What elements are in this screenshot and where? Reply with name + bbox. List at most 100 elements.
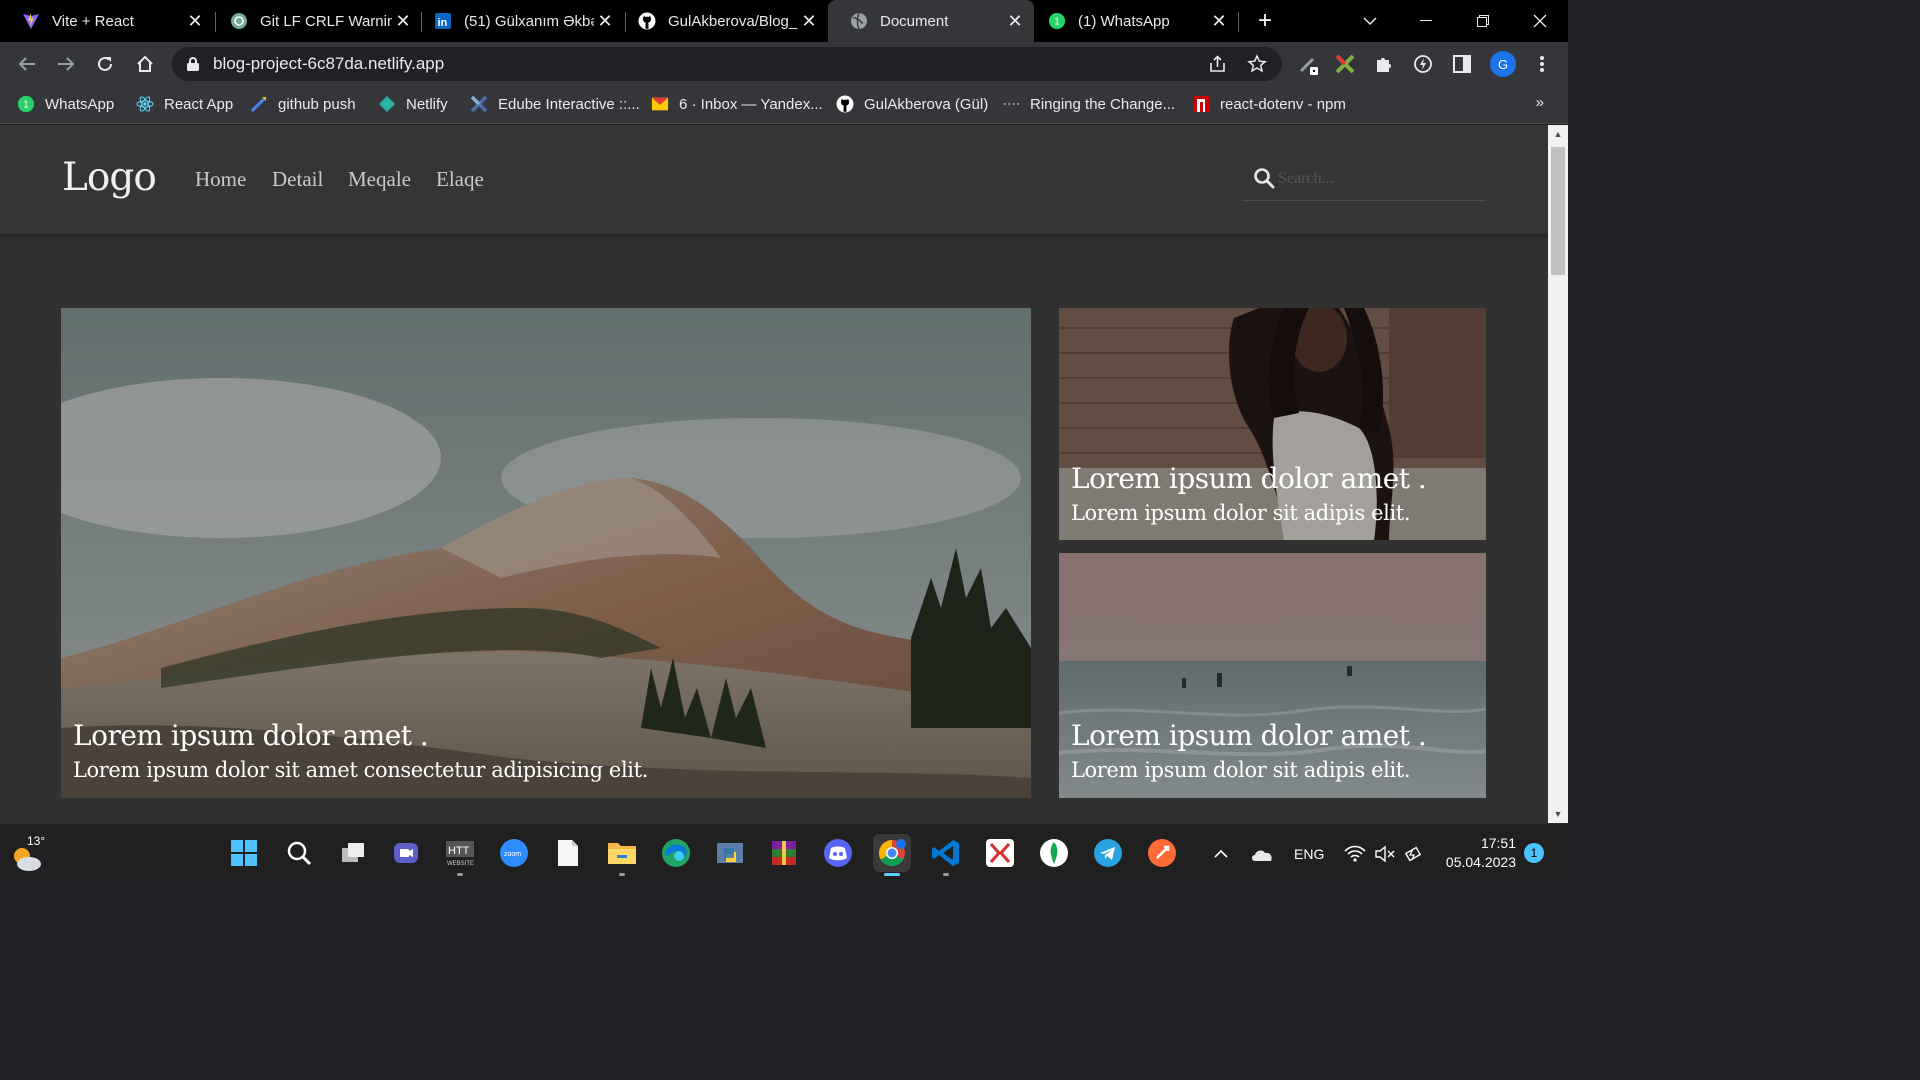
nav-home[interactable]: Home: [195, 167, 246, 192]
bookmark-react-dotenv[interactable]: react-dotenv - npm: [1192, 93, 1346, 115]
zoom-app[interactable]: zoom: [495, 834, 533, 872]
notepad-app[interactable]: [549, 834, 587, 872]
close-icon[interactable]: ✕: [184, 10, 206, 32]
side-panel-icon[interactable]: [1448, 50, 1476, 78]
tab-whatsapp[interactable]: 1 (1) WhatsApp ✕: [1026, 0, 1238, 42]
winrar-icon: [772, 841, 796, 865]
bookmark-netlify[interactable]: Netlify: [378, 93, 448, 115]
edge-icon: [662, 839, 690, 867]
tab-strip: Vite + React ✕ Git LF CRLF Warning ✕ in …: [0, 0, 1568, 42]
close-icon[interactable]: ✕: [1208, 10, 1230, 32]
notification-badge[interactable]: 1: [1524, 843, 1544, 863]
tab-linkedin[interactable]: in (51) Gülxanım Əkbə ✕: [412, 0, 624, 42]
browser-toolbar: blog-project-6c87da.netlify.app G: [0, 42, 1568, 86]
bookmark-whatsapp[interactable]: 1 WhatsApp: [17, 93, 114, 115]
lock-icon[interactable]: [186, 56, 200, 72]
side-post-2-title[interactable]: Lorem ipsum dolor amet .: [1071, 719, 1427, 752]
restore-icon[interactable]: [1455, 0, 1511, 42]
home-icon[interactable]: [131, 50, 159, 78]
onedrive-tray[interactable]: [1250, 824, 1274, 883]
bookmark-github-profile[interactable]: GulAkberova (Gül): [836, 93, 988, 115]
svg-text:1: 1: [23, 100, 29, 111]
site-logo[interactable]: Logo: [62, 155, 157, 200]
bookmark-edube[interactable]: Edube Interactive ::...: [470, 93, 640, 115]
search-icon[interactable]: [1252, 166, 1276, 190]
nav-elaqe[interactable]: Elaqe: [436, 167, 484, 192]
window-close-icon[interactable]: [1512, 0, 1568, 42]
reload-icon[interactable]: [91, 50, 119, 78]
close-icon[interactable]: ✕: [798, 10, 820, 32]
bookmark-yandex-inbox[interactable]: 6 · Inbox — Yandex...: [651, 93, 823, 115]
close-icon[interactable]: ✕: [1004, 10, 1026, 32]
tab-document[interactable]: Document ✕: [828, 0, 1034, 42]
vscode-app[interactable]: [927, 834, 965, 876]
scroll-up-icon[interactable]: ▲: [1548, 125, 1568, 143]
minimize-icon[interactable]: [1398, 0, 1454, 42]
scroll-down-icon[interactable]: ▼: [1548, 805, 1568, 823]
clock-time: 17:51: [1480, 835, 1516, 851]
chrome-app[interactable]: [873, 834, 911, 876]
nav-meqale[interactable]: Meqale: [348, 167, 411, 192]
tab-vite-react[interactable]: Vite + React ✕: [0, 0, 214, 42]
postman-icon: [1148, 839, 1176, 867]
close-icon[interactable]: ✕: [392, 10, 414, 32]
url-text[interactable]: blog-project-6c87da.netlify.app: [213, 54, 444, 74]
search-input[interactable]: [1278, 167, 1478, 191]
extensions-puzzle-icon[interactable]: [1370, 50, 1398, 78]
running-indicator: [943, 873, 949, 876]
teams-chat-app[interactable]: [387, 834, 425, 872]
menu-kebab-icon[interactable]: [1528, 50, 1556, 78]
postman-app[interactable]: [1143, 834, 1181, 872]
python-installer-app[interactable]: [711, 834, 749, 872]
bookmark-ringing-the-change[interactable]: Ringing the Change...: [1002, 93, 1175, 115]
side-post-1-title[interactable]: Lorem ipsum dolor amet .: [1071, 462, 1427, 495]
back-icon[interactable]: [13, 50, 41, 78]
show-hidden-icons-button[interactable]: [1214, 824, 1228, 883]
telegram-icon: [1094, 839, 1122, 867]
chrome-icon: [878, 839, 906, 867]
file-explorer-app[interactable]: [603, 834, 641, 876]
address-bar[interactable]: blog-project-6c87da.netlify.app: [172, 47, 1282, 81]
bookmark-react-app[interactable]: React App: [136, 93, 233, 115]
side-post-card-2[interactable]: Lorem ipsum dolor amet . Lorem ipsum dol…: [1059, 553, 1486, 798]
battery-tray[interactable]: [1403, 824, 1425, 883]
file-icon: [558, 840, 578, 866]
forward-icon[interactable]: [52, 50, 80, 78]
volume-tray[interactable]: [1374, 824, 1396, 883]
bookmark-label: 6 · Inbox — Yandex...: [679, 95, 823, 113]
profile-avatar[interactable]: G: [1490, 51, 1516, 77]
page-scrollbar[interactable]: ▲ ▼: [1548, 125, 1568, 823]
featured-post-title[interactable]: Lorem ipsum dolor amet .: [73, 719, 429, 752]
task-view-button[interactable]: [334, 834, 372, 872]
language-indicator[interactable]: ENG: [1294, 824, 1324, 883]
share-icon[interactable]: [1206, 52, 1230, 76]
wifi-tray[interactable]: [1344, 824, 1366, 883]
new-tab-button[interactable]: +: [1252, 7, 1278, 34]
tab-git-lf-crlf[interactable]: Git LF CRLF Warning ✕: [208, 0, 422, 42]
extension-pen-icon[interactable]: [1294, 50, 1322, 78]
system-clock[interactable]: 17:51 05.04.2023: [1440, 834, 1516, 872]
close-icon[interactable]: ✕: [594, 10, 616, 32]
extension-x-icon[interactable]: [1331, 50, 1359, 78]
bookmark-github-push[interactable]: github push: [250, 93, 356, 115]
tab-search-chevron-icon[interactable]: [1342, 0, 1398, 42]
telegram-app[interactable]: [1089, 834, 1127, 872]
bookmark-label: Netlify: [406, 95, 448, 113]
edge-app[interactable]: [657, 834, 695, 872]
side-post-card-1[interactable]: Lorem ipsum dolor amet . Lorem ipsum dol…: [1059, 308, 1486, 540]
httrack-app[interactable]: HTT WEBSITE: [441, 834, 479, 876]
discord-app[interactable]: [819, 834, 857, 872]
performance-icon[interactable]: [1409, 50, 1437, 78]
mongodb-compass-app[interactable]: [1035, 834, 1073, 872]
weather-widget[interactable]: 13°: [10, 834, 50, 874]
tab-github-blog[interactable]: GulAkberova/Blog_ ✕: [616, 0, 828, 42]
start-button[interactable]: [225, 834, 263, 872]
winrar-app[interactable]: [765, 834, 803, 872]
featured-post-card[interactable]: Lorem ipsum dolor amet . Lorem ipsum dol…: [61, 308, 1031, 798]
scrollbar-thumb[interactable]: [1551, 147, 1565, 275]
taskbar-search-button[interactable]: [280, 834, 318, 872]
bookmarks-overflow-button[interactable]: »: [1536, 94, 1544, 111]
nav-detail[interactable]: Detail: [272, 167, 323, 192]
app-xs[interactable]: [981, 834, 1019, 872]
bookmark-star-icon[interactable]: [1245, 52, 1269, 76]
